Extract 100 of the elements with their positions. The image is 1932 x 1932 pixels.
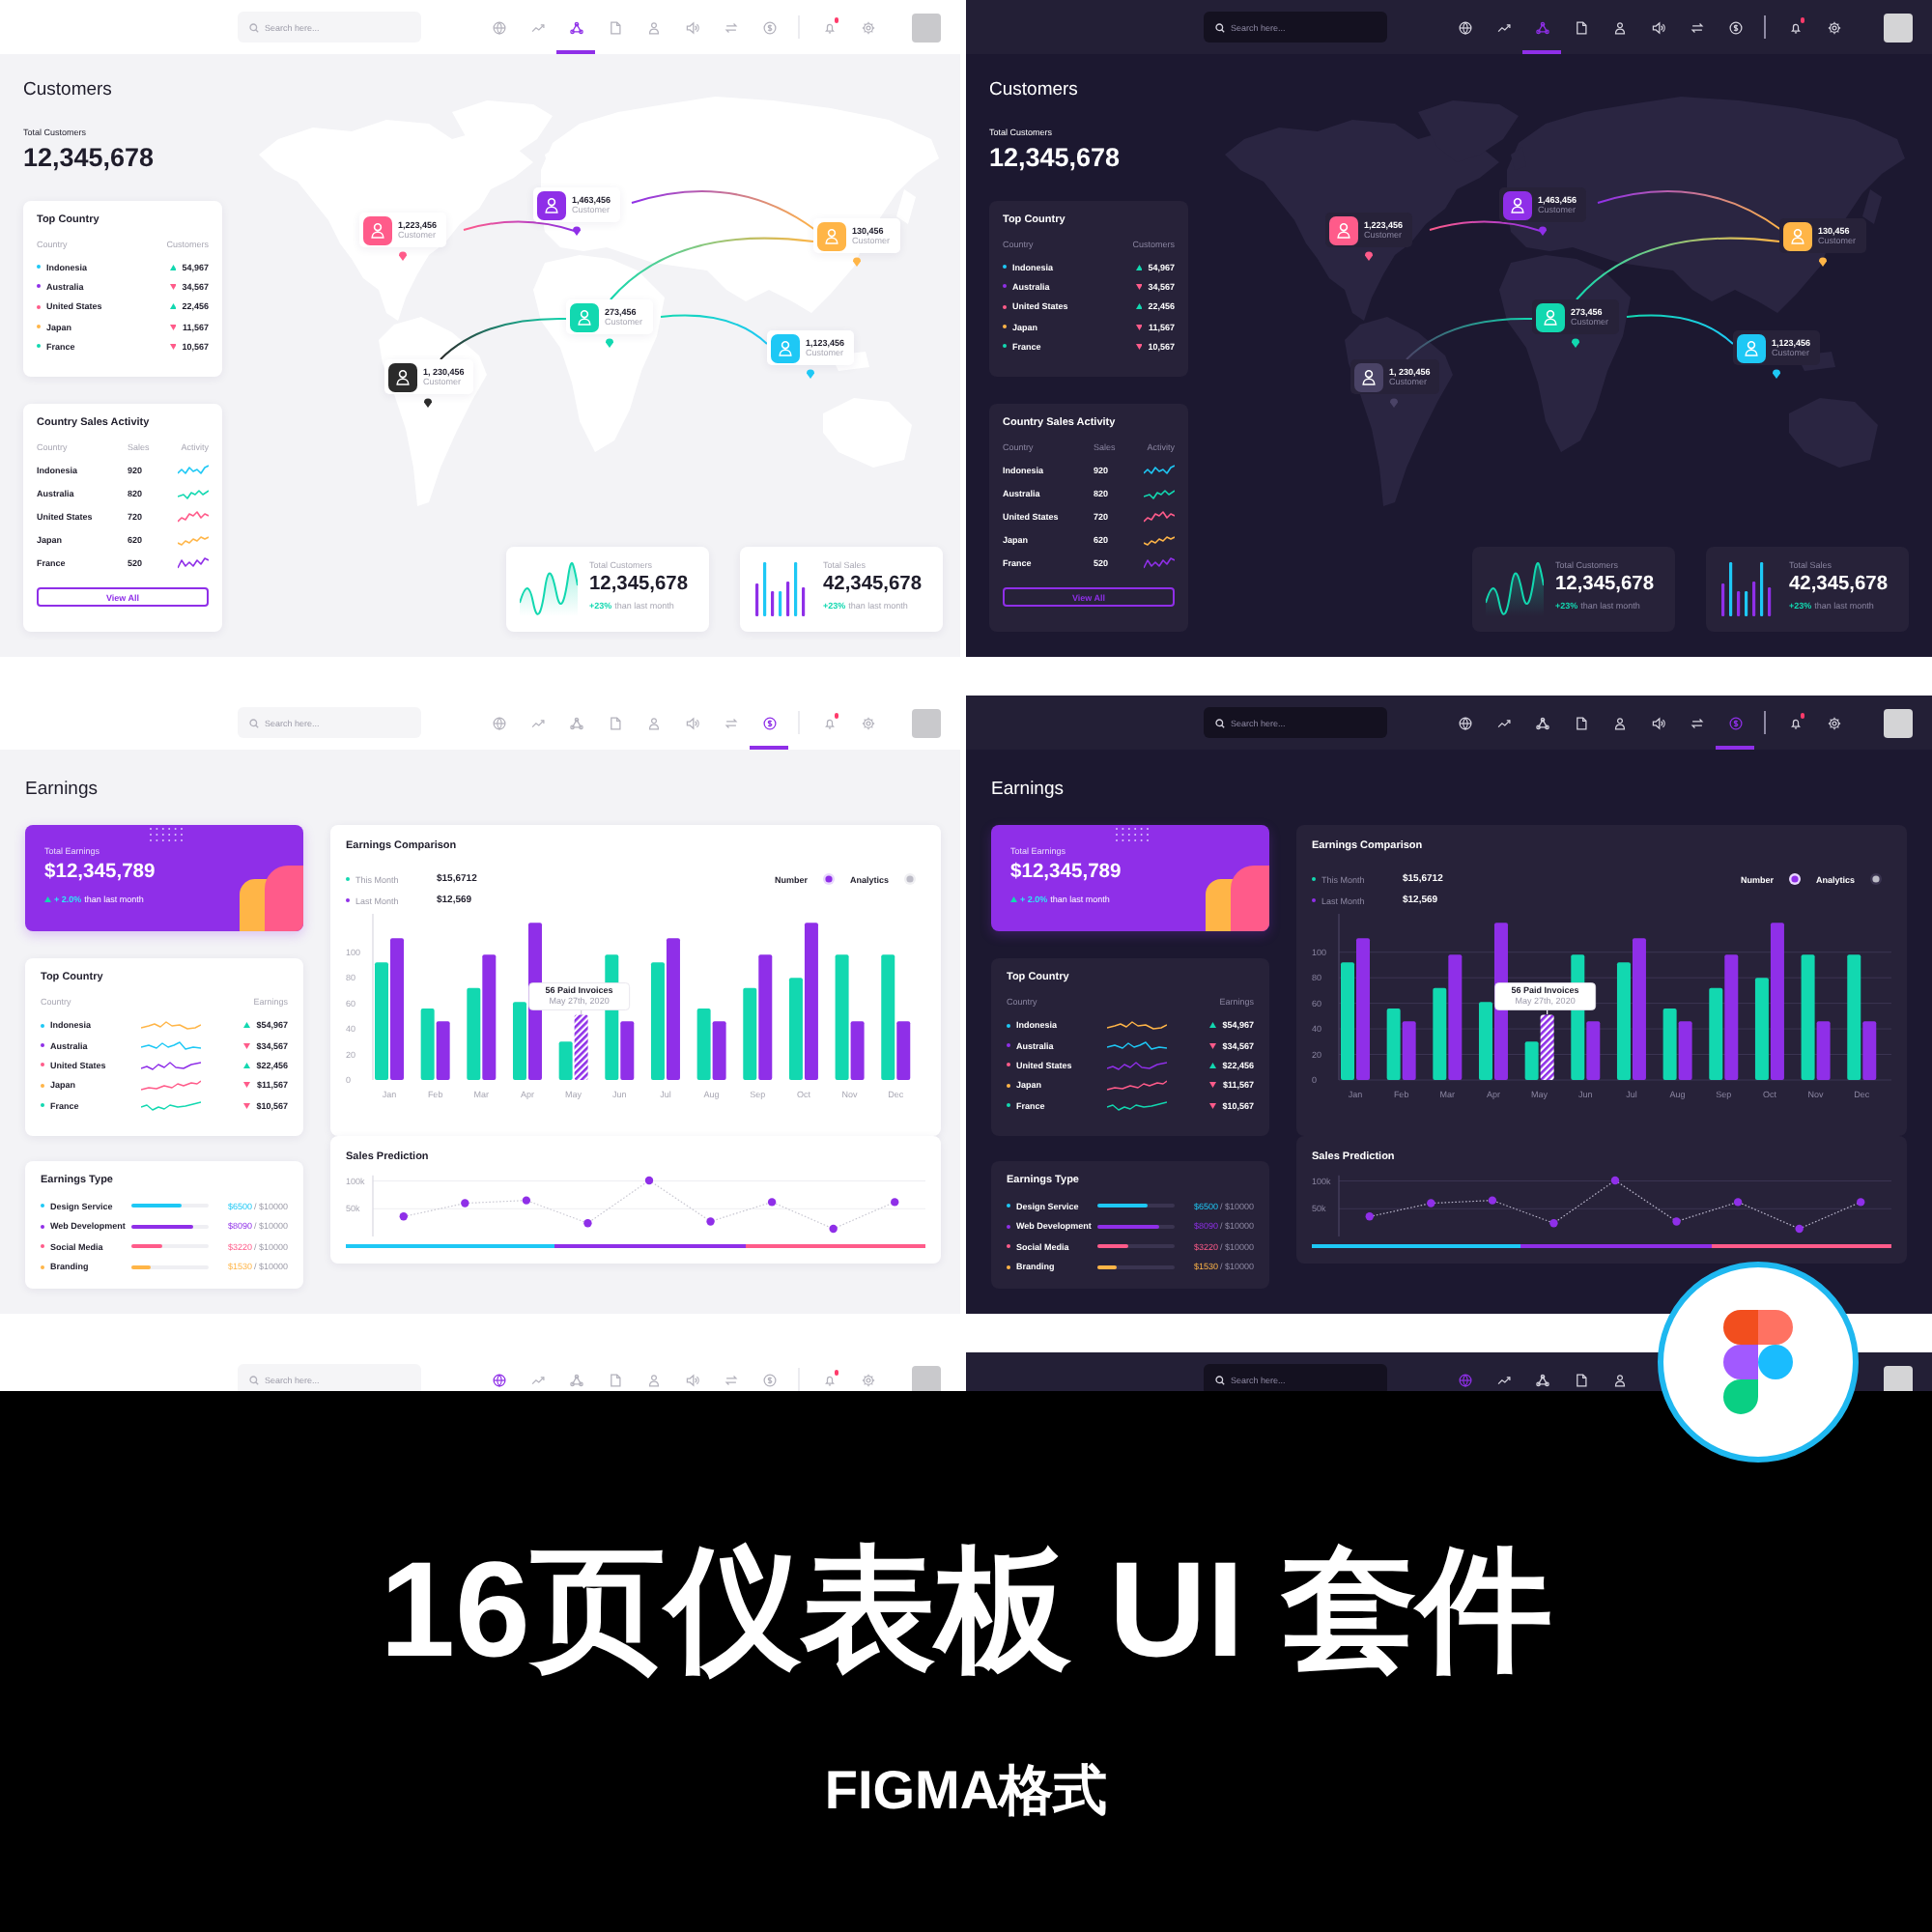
chart-point bbox=[891, 1198, 899, 1207]
search-icon bbox=[249, 22, 259, 32]
map-pin-icon bbox=[398, 251, 408, 261]
document-icon bbox=[1574, 20, 1587, 34]
globe-icon bbox=[492, 716, 505, 729]
avatar-placeholder[interactable] bbox=[1884, 13, 1913, 42]
network-icon bbox=[569, 20, 582, 34]
connection-arc bbox=[463, 220, 579, 233]
network-icon bbox=[569, 1373, 582, 1386]
connection-arc bbox=[1626, 314, 1734, 345]
user-icon bbox=[1612, 20, 1626, 34]
map-pin-icon bbox=[423, 398, 433, 408]
dollar-coin-icon bbox=[1728, 716, 1742, 729]
chart-point bbox=[706, 1217, 715, 1226]
radio-button[interactable] bbox=[822, 873, 835, 885]
chart-point bbox=[522, 1196, 531, 1205]
decorative-shapes-drawing bbox=[238, 866, 303, 931]
globe-icon bbox=[492, 20, 505, 34]
swap-arrows-icon bbox=[1690, 716, 1703, 729]
trend-line-icon bbox=[1496, 20, 1510, 34]
chart-point bbox=[767, 1198, 777, 1207]
radio-button[interactable] bbox=[904, 873, 916, 885]
banner-subtitle: FIGMA格式 bbox=[824, 1764, 1108, 1818]
globe-icon bbox=[1458, 20, 1471, 34]
map-pin-icon bbox=[806, 369, 815, 379]
globe-icon bbox=[1458, 1373, 1471, 1386]
logo-badge-icon bbox=[1658, 1262, 1859, 1463]
map-pin-icon bbox=[1818, 257, 1828, 267]
chart-point bbox=[1549, 1219, 1558, 1228]
chart-point bbox=[644, 1176, 654, 1185]
search-icon bbox=[1215, 22, 1225, 32]
page-title: Customers bbox=[23, 79, 114, 100]
radio-button[interactable] bbox=[1788, 873, 1801, 885]
map-pin-icon bbox=[1364, 251, 1374, 261]
swap-arrows-icon bbox=[1690, 20, 1703, 34]
swap-arrows-icon bbox=[724, 20, 737, 34]
chart-point bbox=[1672, 1217, 1681, 1226]
user-icon bbox=[646, 20, 660, 34]
chart-point bbox=[399, 1212, 408, 1221]
trend-line-icon bbox=[530, 20, 544, 34]
user-icon bbox=[646, 716, 660, 729]
chart-point bbox=[1857, 1198, 1865, 1207]
map-pin-icon bbox=[1538, 226, 1548, 236]
radio-button[interactable] bbox=[1870, 873, 1882, 885]
avatar-placeholder[interactable] bbox=[1884, 1365, 1913, 1391]
connection-arc bbox=[440, 318, 567, 360]
network-icon bbox=[1535, 20, 1548, 34]
search-icon bbox=[249, 1375, 259, 1384]
document-icon bbox=[1574, 716, 1587, 729]
connection-arc bbox=[1406, 318, 1533, 360]
globe-icon bbox=[492, 1373, 505, 1386]
map-pin-icon bbox=[1571, 338, 1580, 348]
document-icon bbox=[608, 1373, 621, 1386]
chart-point bbox=[461, 1199, 469, 1208]
stat-value: 42,345,678 bbox=[823, 573, 922, 594]
connection-arc bbox=[660, 314, 768, 345]
swap-arrows-icon bbox=[724, 716, 737, 729]
leader-line bbox=[581, 1008, 582, 1014]
settings-icon[interactable] bbox=[1827, 20, 1841, 34]
map-pin-icon bbox=[1772, 369, 1781, 379]
settings-icon[interactable] bbox=[1827, 716, 1841, 729]
speaker-icon bbox=[1651, 20, 1664, 34]
dollar-coin-icon bbox=[762, 1373, 776, 1386]
map-pin-icon bbox=[1389, 398, 1399, 408]
trend-line-icon bbox=[1496, 716, 1510, 729]
dollar-coin-icon bbox=[762, 20, 776, 34]
speaker-icon bbox=[685, 1373, 698, 1386]
avatar-placeholder[interactable] bbox=[1884, 708, 1913, 737]
chart-point bbox=[1427, 1199, 1435, 1208]
chart-point bbox=[1610, 1176, 1620, 1185]
page-title: Earnings bbox=[25, 778, 99, 799]
speaker-icon bbox=[1651, 716, 1664, 729]
bell-icon[interactable] bbox=[1789, 20, 1804, 34]
user-icon bbox=[1612, 1373, 1626, 1386]
total-earnings-value: $12,345,789 bbox=[1010, 862, 1123, 885]
page-title: Customers bbox=[989, 79, 1080, 100]
chart-point bbox=[829, 1224, 838, 1234]
connection-arc bbox=[1429, 220, 1545, 233]
chart-point bbox=[583, 1219, 592, 1228]
search-icon bbox=[1215, 718, 1225, 727]
total-value: 12,345,678 bbox=[23, 145, 156, 172]
dollar-coin-icon bbox=[1728, 20, 1742, 34]
globe-icon bbox=[1458, 716, 1471, 729]
total-value: 12,345,678 bbox=[989, 145, 1122, 172]
speaker-icon bbox=[685, 716, 698, 729]
banner-title: 16页仪表板 UI 套件 bbox=[380, 1542, 1552, 1677]
chart-point bbox=[1795, 1224, 1804, 1234]
trend-line-icon bbox=[1496, 1373, 1510, 1386]
map-pin-icon bbox=[852, 257, 862, 267]
trend-line-icon bbox=[530, 1373, 544, 1386]
bell-icon[interactable] bbox=[1789, 716, 1804, 729]
network-icon bbox=[569, 716, 582, 729]
network-icon bbox=[1535, 716, 1548, 729]
sparkline bbox=[1486, 562, 1544, 616]
stat-value: 42,345,678 bbox=[1789, 573, 1888, 594]
map-pin-icon bbox=[605, 338, 614, 348]
document-icon bbox=[608, 20, 621, 34]
chart-point bbox=[1733, 1198, 1743, 1207]
chart-point bbox=[1365, 1212, 1374, 1221]
page-title: Earnings bbox=[991, 778, 1065, 799]
